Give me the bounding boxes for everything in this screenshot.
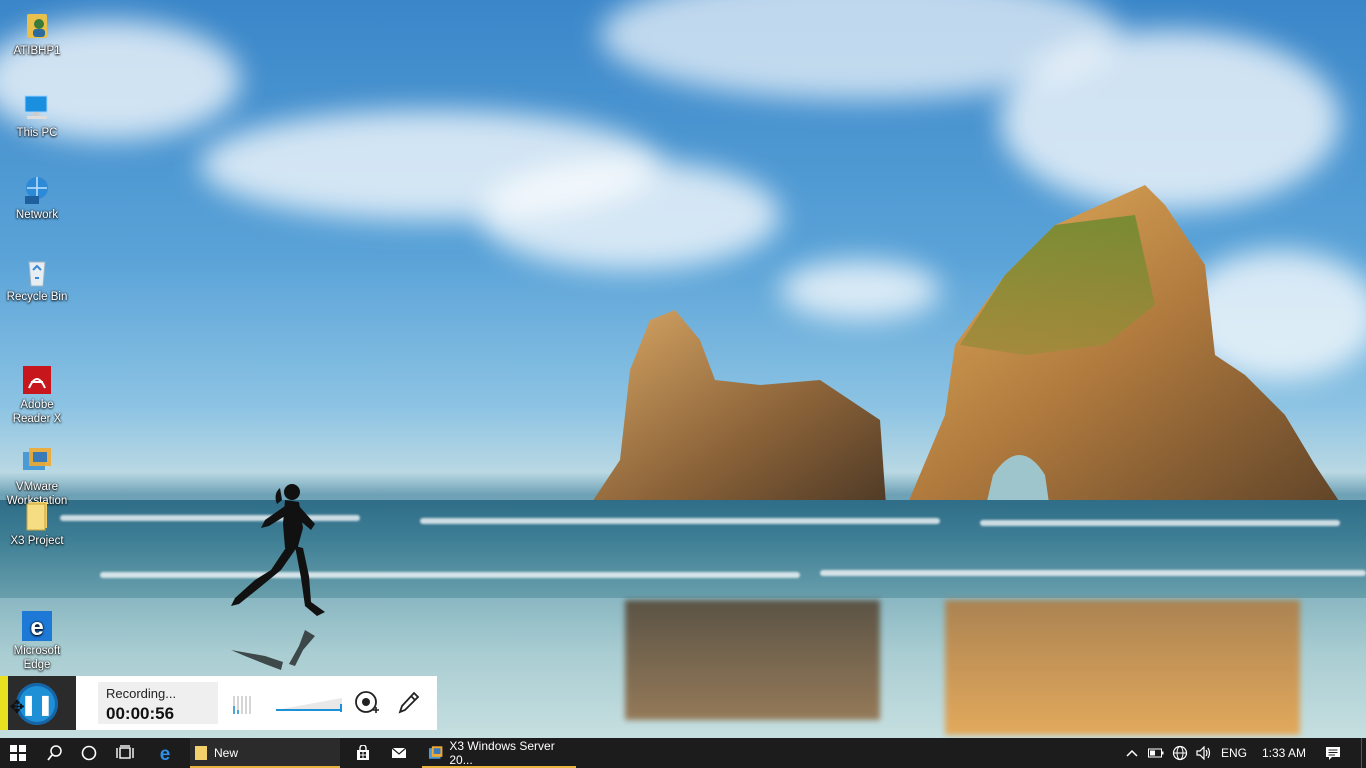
recording-status: Recording... 00:00:56 [98,682,218,724]
desktop-icon-label: Recycle Bin [6,291,68,303]
mail-icon [391,747,407,758]
network-button[interactable] [1169,738,1191,768]
recording-status-label: Recording... [106,686,177,701]
taskbar-item-vmware[interactable]: X3 Windows Server 20... [422,738,576,768]
desktop-icon-edge[interactable]: e Microsoft Edge [4,582,70,686]
taskbar-item-label: X3 Windows Server 20... [449,739,555,767]
edge-icon: e [160,744,171,762]
recorder-control-panel: ❚❚ ✥ [0,676,76,730]
desktop-icon-label: Network [15,209,59,221]
desktop-icon-label: ATIBHP1 [13,45,61,57]
webcam-icon[interactable] [354,690,380,716]
computer-icon [21,92,53,124]
taskbar-item-label: New [214,746,239,760]
notification-icon [1326,747,1340,760]
mail-button[interactable] [382,738,416,768]
edge-icon: e [21,596,53,641]
task-view-button[interactable] [108,738,142,768]
store-icon [357,745,369,760]
desktop-icon-label: Microsoft Edge [13,645,61,671]
globe-icon [1172,745,1188,761]
desktop-icon-label: X3 Project [10,535,64,547]
show-hidden-icons-button[interactable] [1122,738,1142,768]
svg-text:e: e [160,744,171,762]
vmware-icon [428,746,443,759]
task-view-icon [116,745,134,759]
taskbar-item-new-folder[interactable]: New [190,738,340,768]
battery-button[interactable] [1145,738,1167,768]
system-clock[interactable]: 1:33 AM [1262,738,1306,768]
user-folder-icon [21,10,53,42]
desktop-icon-network[interactable]: Network [4,174,70,222]
desktop-icon-x3-project[interactable]: X3 Project [4,500,70,548]
search-button[interactable] [38,738,72,768]
network-icon [21,174,53,206]
pen-icon[interactable] [396,690,420,716]
show-desktop-button[interactable] [1361,738,1366,768]
edge-taskbar-button[interactable]: e [148,738,182,768]
desktop-icon-user-folder[interactable]: ATIBHP1 [4,10,70,58]
volume-slider[interactable] [276,696,342,712]
recycle-bin-icon [21,256,53,288]
taskbar: e New X3 Windows Server 20... ENG 1:33 A… [0,738,1366,768]
sea-stack-right [905,185,1345,510]
input-language-indicator[interactable]: ENG [1221,738,1247,768]
desktop-icon-recycle-bin[interactable]: Recycle Bin [4,256,70,304]
desktop-wallpaper [0,0,1366,738]
cortana-button[interactable] [72,738,106,768]
vmware-icon [21,432,53,470]
start-button[interactable] [0,738,36,768]
volume-button[interactable] [1193,738,1215,768]
windows-logo-icon [10,745,26,761]
folder-icon [21,500,53,532]
svg-text:e: e [30,614,43,641]
folder-icon [195,746,207,760]
speaker-icon [1196,746,1211,760]
desktop-icon-this-pc[interactable]: This PC [4,92,70,140]
recording-elapsed-time: 00:00:56 [106,704,175,723]
audio-level-icon [233,696,251,714]
search-icon [47,745,62,761]
store-button[interactable] [346,738,380,768]
adobe-reader-icon [21,350,53,394]
runner-silhouette [231,484,325,670]
cortana-icon [81,745,97,761]
sea-stack-left [590,310,886,505]
move-icon[interactable]: ✥ [6,696,28,718]
action-center-button[interactable] [1318,738,1348,768]
chevron-up-icon [1126,749,1138,757]
screen-recorder-toolbar: ❚❚ ✥ Recording... 00:00:56 [0,676,437,730]
desktop-icon-label: This PC [16,127,58,139]
battery-icon [1148,748,1164,758]
